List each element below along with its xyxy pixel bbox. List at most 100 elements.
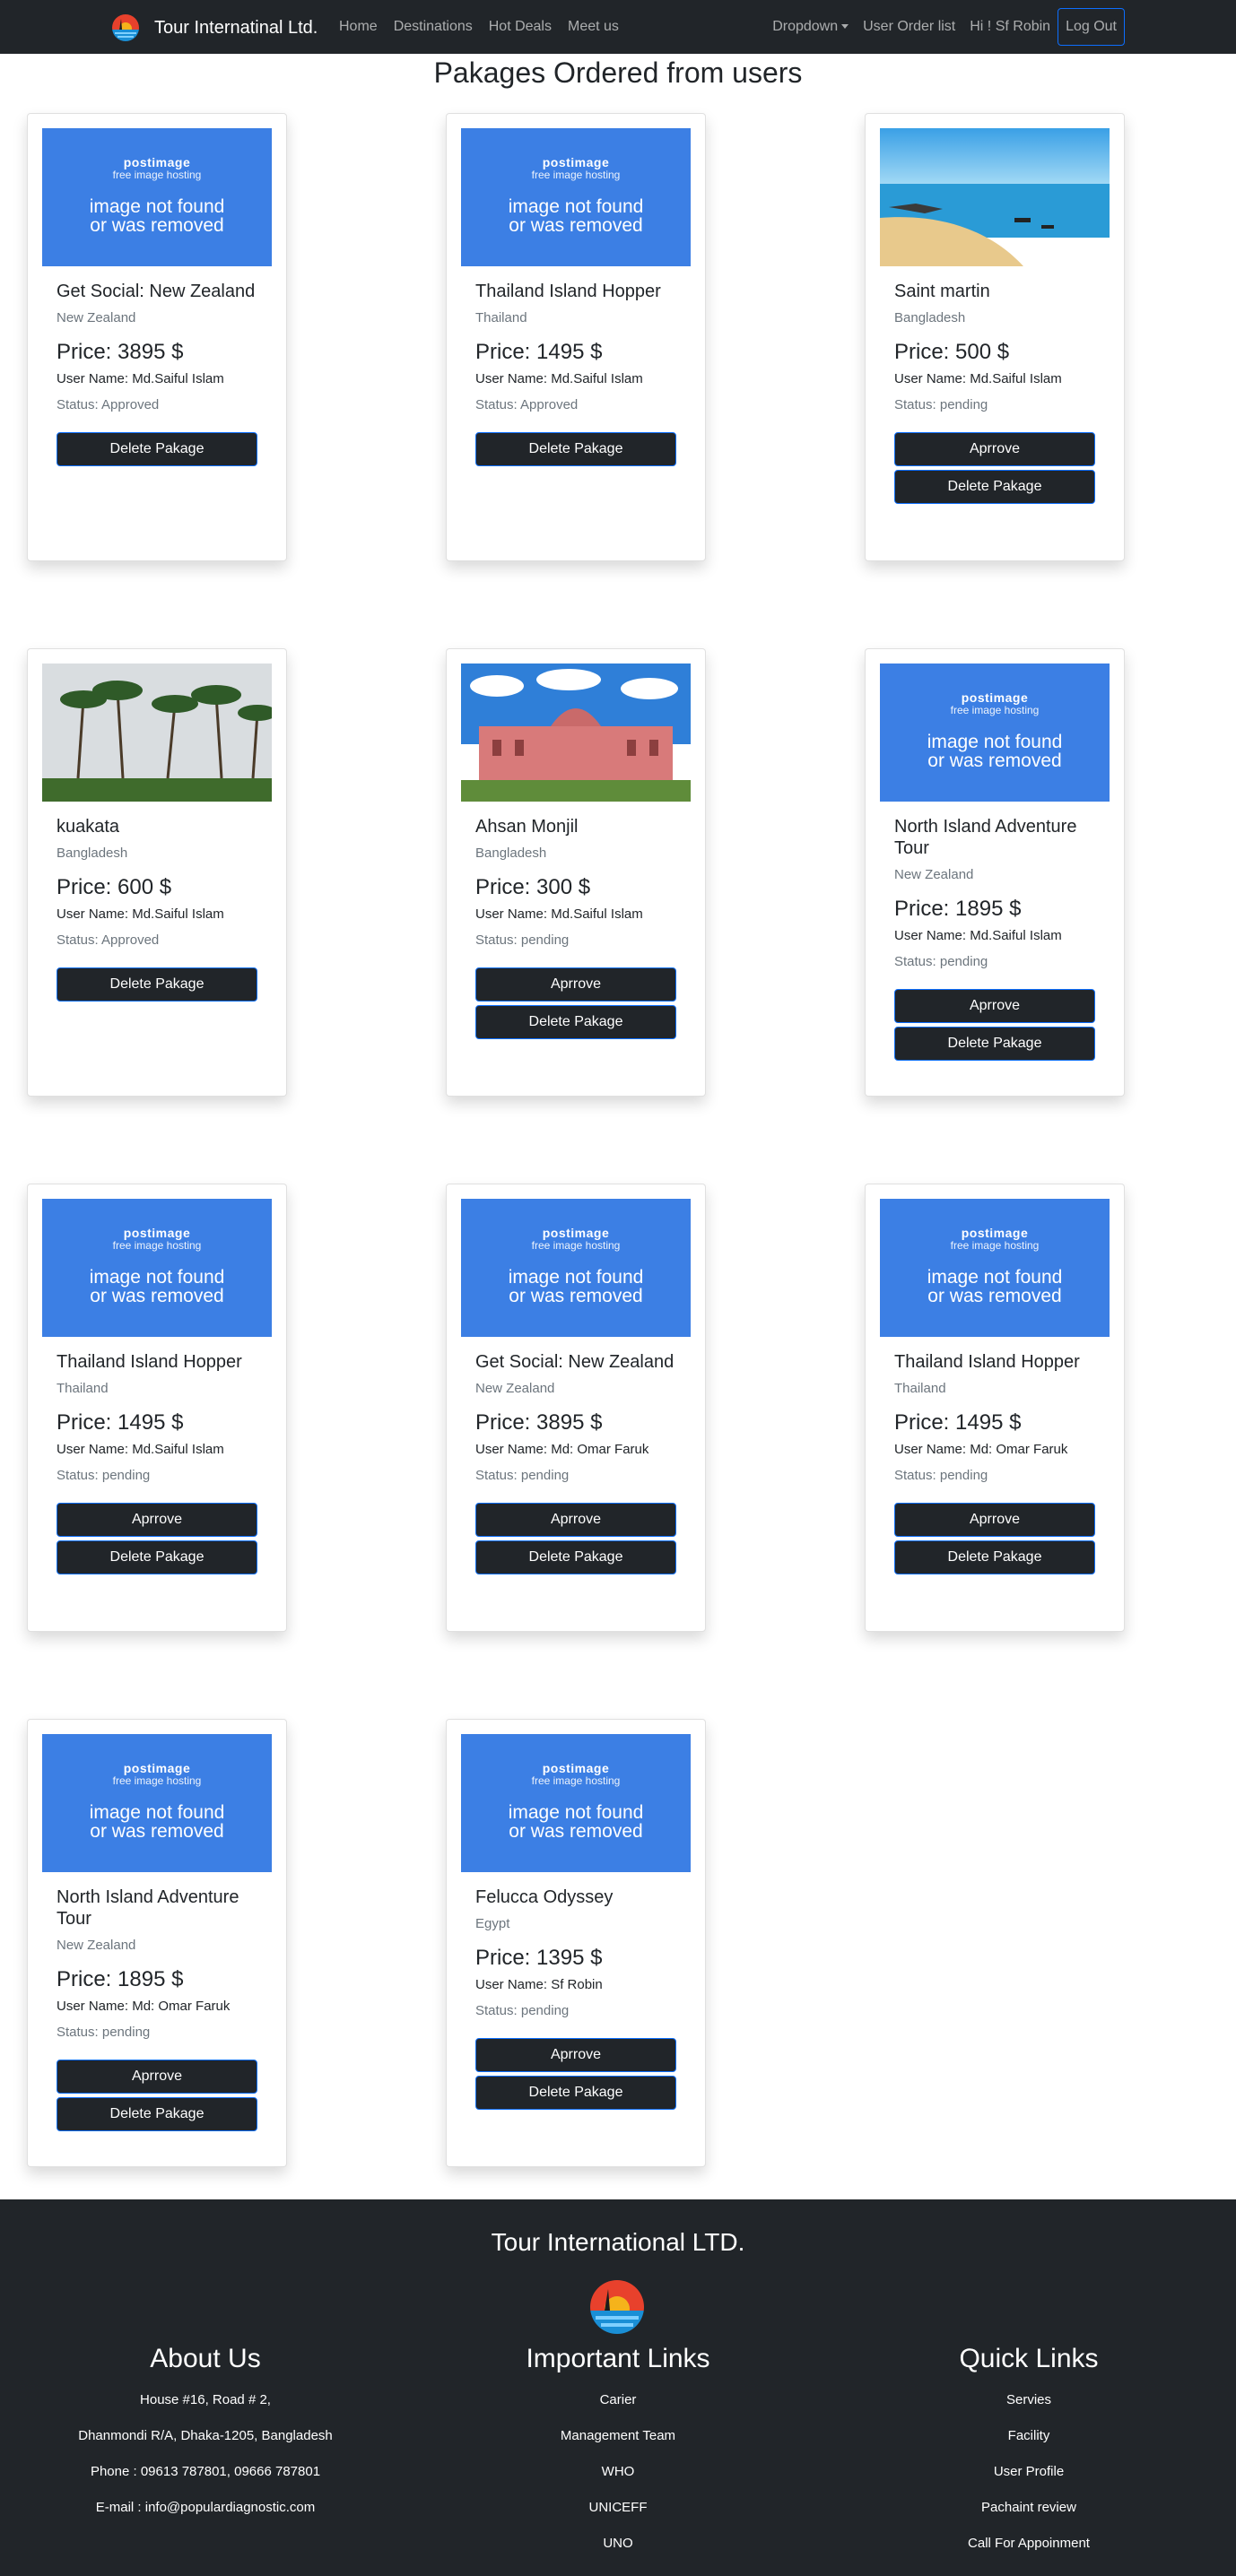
placeholder-sub: free image hosting <box>112 1239 202 1252</box>
approve-button[interactable]: Aprrove <box>57 2060 257 2094</box>
price-label: Price: <box>475 340 531 364</box>
package-user: User Name: Md: Omar Faruk <box>894 1441 1097 1459</box>
package-country: New Zealand <box>57 1938 136 1953</box>
status-text: Status: pending <box>475 1467 678 1485</box>
placeholder-brand: postimage <box>961 1226 1029 1240</box>
footer-link[interactable]: Servies <box>836 2382 1222 2418</box>
image-placeholder: postimage free image hosting image not fou… <box>461 1199 691 1337</box>
package-title: Get Social: New Zealand <box>475 1352 675 1372</box>
footer-link[interactable]: User Profile <box>836 2454 1222 2490</box>
order-card: postimage free image hosting image not fou… <box>446 113 706 561</box>
placeholder-message: image not found or was removed <box>42 1803 272 1841</box>
image-placeholder: postimage free image hosting image not fou… <box>880 1199 1110 1337</box>
package-title: Thailand Island Hopper <box>475 282 661 301</box>
delete-package-button[interactable]: Delete Pakage <box>475 432 676 466</box>
order-card: postimage free image hosting image not fou… <box>865 648 1125 1097</box>
nav-hot-deals[interactable]: Hot Deals <box>489 16 552 38</box>
delete-package-button[interactable]: Delete Pakage <box>894 470 1095 504</box>
delete-package-button[interactable]: Delete Pakage <box>475 1540 676 1574</box>
card-body: Thailand Island Hopper Thailand Price: 149… <box>57 1351 259 1574</box>
status-text: Status: pending <box>894 953 1097 971</box>
placeholder-message-line: or was removed <box>90 1286 224 1306</box>
delete-package-button[interactable]: Delete Pakage <box>57 1540 257 1574</box>
price-value: 3895 $ <box>536 1410 603 1435</box>
user-label: User Name: <box>475 1977 548 1992</box>
package-price: Price: 1895 $ <box>57 1967 259 1992</box>
caret-down-icon <box>841 24 849 30</box>
nav-user-order-list[interactable]: User Order list <box>863 16 955 38</box>
approve-button[interactable]: Aprrove <box>894 432 1095 466</box>
delete-package-button[interactable]: Delete Pakage <box>475 2076 676 2110</box>
nav-destinations[interactable]: Destinations <box>394 16 473 38</box>
footer-important-links: Important Links Carier Management Team W… <box>425 2336 811 2562</box>
footer-link[interactable]: WHO <box>425 2454 811 2490</box>
delete-package-button[interactable]: Delete Pakage <box>57 967 257 1002</box>
footer-important-heading: Important Links <box>526 2344 710 2373</box>
user-label: User Name: <box>475 906 548 922</box>
placeholder-brand: postimage <box>961 690 1029 705</box>
placeholder-message-line: or was removed <box>509 215 643 236</box>
package-price: Price: 1495 $ <box>57 1410 259 1435</box>
user-label: User Name: <box>475 371 548 386</box>
card-body: Get Social: New Zealand New Zealand Price:… <box>57 281 259 466</box>
card-image <box>461 664 691 802</box>
footer-title: Tour International LTD. <box>491 2228 745 2256</box>
logout-button[interactable]: Log Out <box>1058 8 1125 46</box>
package-country: New Zealand <box>475 1381 555 1396</box>
nav-home[interactable]: Home <box>339 16 378 38</box>
package-title: Thailand Island Hopper <box>894 1352 1080 1372</box>
footer-link[interactable]: Carier <box>425 2382 811 2418</box>
order-card: postimage free image hosting image not fou… <box>865 1184 1125 1632</box>
card-body: Get Social: New Zealand New Zealand Price:… <box>475 1351 678 1574</box>
status-text: Status: pending <box>894 1467 1097 1485</box>
approve-button[interactable]: Aprrove <box>475 1503 676 1537</box>
status-label: Status: <box>475 2003 518 2018</box>
user-value: Md.Saiful Islam <box>132 1442 224 1457</box>
approve-button[interactable]: Aprrove <box>475 2038 676 2072</box>
delete-package-button[interactable]: Delete Pakage <box>57 2097 257 2131</box>
card-image: postimage free image hosting image not fou… <box>880 664 1110 802</box>
placeholder-brand: postimage <box>542 155 610 169</box>
placeholder-sub: free image hosting <box>950 1239 1040 1252</box>
approve-button[interactable]: Aprrove <box>57 1503 257 1537</box>
user-value: Md.Saiful Islam <box>551 906 643 922</box>
placeholder-message-line: image not found <box>927 1267 1063 1288</box>
price-label: Price: <box>57 1410 112 1435</box>
order-card: postimage free image hosting image not fou… <box>27 1719 287 2167</box>
image-placeholder: postimage free image hosting image not fou… <box>880 664 1110 802</box>
card-body: Saint martin Bangladesh Price: 500 $ User N… <box>894 281 1097 504</box>
nav-meet-us[interactable]: Meet us <box>568 16 619 38</box>
brand-logo-icon <box>112 14 139 41</box>
package-price: Price: 600 $ <box>57 875 259 900</box>
footer-link[interactable]: UNO <box>425 2526 811 2562</box>
footer-link[interactable]: Management Team <box>425 2418 811 2454</box>
placeholder-brand: postimage <box>123 1761 191 1775</box>
delete-package-button[interactable]: Delete Pakage <box>475 1005 676 1039</box>
placeholder-brand: postimage <box>542 1226 610 1240</box>
approve-button[interactable]: Aprrove <box>894 1503 1095 1537</box>
status-value: pending <box>939 1468 988 1483</box>
package-price: Price: 1495 $ <box>894 1410 1097 1435</box>
palm-trees-photo <box>42 664 272 802</box>
approve-button[interactable]: Aprrove <box>894 989 1095 1023</box>
placeholder-sub: free image hosting <box>112 1774 202 1787</box>
card-image: postimage free image hosting image not fou… <box>461 1734 691 1872</box>
nav-dropdown[interactable]: Dropdown <box>772 16 849 38</box>
footer-link[interactable]: Call For Appoinment <box>836 2526 1222 2562</box>
footer-link[interactable]: UNICEFF <box>425 2490 811 2526</box>
placeholder-sub: free image hosting <box>112 169 202 181</box>
price-value: 1395 $ <box>536 1946 603 1970</box>
delete-package-button[interactable]: Delete Pakage <box>894 1540 1095 1574</box>
delete-package-button[interactable]: Delete Pakage <box>894 1027 1095 1061</box>
approve-button[interactable]: Aprrove <box>475 967 676 1002</box>
status-label: Status: <box>475 397 518 412</box>
brand[interactable]: Tour Internatinal Ltd. <box>111 13 318 42</box>
footer-link[interactable]: Facility <box>836 2418 1222 2454</box>
status-value: pending <box>101 1468 151 1483</box>
footer-link[interactable]: Pachaint review <box>836 2490 1222 2526</box>
placeholder-message: image not found or was removed <box>42 1268 272 1305</box>
placeholder-message: image not found or was removed <box>461 1268 691 1305</box>
delete-package-button[interactable]: Delete Pakage <box>57 432 257 466</box>
price-value: 1495 $ <box>536 340 603 364</box>
status-text: Status: pending <box>894 396 1097 414</box>
